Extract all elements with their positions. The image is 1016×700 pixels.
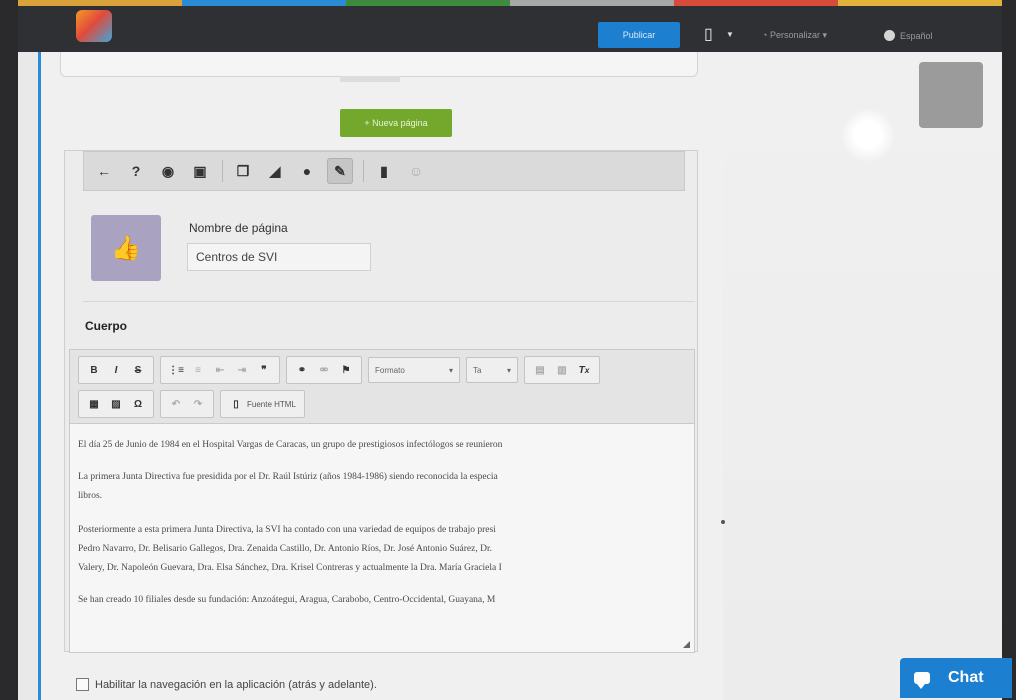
page-name-input[interactable]	[187, 243, 371, 271]
link-icon[interactable]: ⚭	[291, 360, 313, 380]
section-divider	[83, 301, 695, 302]
chevron-down-icon: ▾	[506, 365, 511, 375]
format-label: Formato	[375, 365, 405, 375]
image-icon[interactable]: ▨	[105, 394, 127, 414]
numbered-list-icon[interactable]: ⋮≡	[165, 360, 187, 380]
clipboard-group: ▤ ▥ Tx	[524, 356, 600, 384]
toolbar-divider	[222, 160, 223, 182]
chat-label: Chat	[948, 669, 984, 686]
help-icon[interactable]: ?	[124, 159, 148, 183]
source-html-button[interactable]: ▯ Fuente HTML	[220, 390, 305, 418]
tablet-icon[interactable]: ▯	[704, 24, 713, 44]
bold-button[interactable]: B	[83, 360, 105, 380]
rich-text-editor: B I S ⋮≡ ≡ ⇤ ⇥ ❞ ⚭ ⚮ ⚑ Formato ▾ Ta ▾ ▤ …	[65, 349, 697, 653]
comments-icon[interactable]: ●	[295, 159, 319, 183]
font-size-dropdown[interactable]: Ta ▾	[466, 357, 518, 383]
paste-word-icon[interactable]: ▥	[551, 360, 573, 380]
editor-toolbar-row-2: ▦ ▨ Ω ↶ ↷ ▯ Fuente HTML	[78, 390, 311, 418]
outdent-icon[interactable]: ⇤	[209, 360, 231, 380]
table-icon[interactable]: ▦	[83, 394, 105, 414]
toolbar-divider	[363, 160, 364, 182]
text-style-group: B I S	[78, 356, 154, 384]
pages-icon[interactable]: ❐	[231, 159, 255, 183]
special-char-icon[interactable]: Ω	[127, 394, 149, 414]
globe-icon	[884, 30, 895, 41]
insert-group: ▦ ▨ Ω	[78, 390, 154, 418]
emoji-icon[interactable]: ☺	[404, 159, 428, 183]
editor-content-area[interactable]: El día 25 de Junio de 1984 en el Hospita…	[69, 423, 695, 653]
body-label: Cuerpo	[85, 319, 127, 333]
page-name-label: Nombre de página	[189, 221, 288, 235]
size-label: Ta	[473, 365, 482, 375]
publish-button[interactable]: Publicar	[598, 22, 680, 48]
paste-text-icon[interactable]: ▤	[529, 360, 551, 380]
lock-icon[interactable]: ▣	[188, 159, 212, 183]
personalize-label: Personalizar	[769, 30, 820, 40]
navigation-checkbox[interactable]	[76, 678, 89, 691]
chevron-down-icon: ▾	[448, 365, 453, 375]
paragraph: El día 25 de Junio de 1984 en el Hospita…	[78, 440, 503, 450]
personalize-menu[interactable]: ◔ Personalizar ▾	[762, 30, 827, 41]
page-thumbs-up-icon[interactable]: 👍	[91, 215, 161, 281]
editor-toolbar: B I S ⋮≡ ≡ ⇤ ⇥ ❞ ⚭ ⚮ ⚑ Formato ▾ Ta ▾ ▤ …	[69, 349, 695, 424]
preview-eye-icon[interactable]: ◉	[156, 159, 180, 183]
page-card: ← ? ◉ ▣ ❐ ◢ ● ✎ ▮ ☺ 👍 Nombre de página C…	[64, 150, 698, 653]
format-dropdown[interactable]: Formato ▾	[368, 357, 460, 383]
right-bezel	[1002, 0, 1016, 700]
navigation-checkbox-label: Habilitar la navegación en la aplicación…	[95, 678, 377, 691]
stats-icon[interactable]: ◢	[263, 159, 287, 183]
back-arrow-icon[interactable]: ←	[92, 159, 116, 183]
anchor-flag-icon[interactable]: ⚑	[335, 360, 357, 380]
edit-icon[interactable]: ✎	[327, 158, 353, 184]
paragraph: libros.	[78, 491, 103, 501]
device-caret-icon[interactable]: ▼	[726, 30, 734, 39]
panel-splitter-handle[interactable]	[721, 520, 725, 524]
list-group: ⋮≡ ≡ ⇤ ⇥ ❞	[160, 356, 280, 384]
source-doc-icon: ▯	[233, 398, 239, 410]
remove-format-icon[interactable]: Tx	[573, 360, 595, 380]
resize-handle[interactable]	[683, 641, 690, 648]
redo-icon[interactable]: ↷	[187, 394, 209, 414]
app-screen: Publicar ▯ ▼ ◔ Personalizar ▾ Español + …	[0, 0, 1016, 700]
bullet-list-icon[interactable]: ≡	[187, 360, 209, 380]
history-group: ↶ ↷	[160, 390, 214, 418]
undo-icon[interactable]: ↶	[165, 394, 187, 414]
previous-page-card	[60, 52, 698, 77]
app-logo[interactable]	[76, 10, 112, 42]
italic-button[interactable]: I	[105, 360, 127, 380]
paragraph: La primera Junta Directiva fue presidida…	[78, 472, 498, 482]
link-group: ⚭ ⚮ ⚑	[286, 356, 362, 384]
unlink-icon[interactable]: ⚮	[313, 360, 335, 380]
language-label: Español	[900, 31, 933, 41]
editor-toolbar-row-1: B I S ⋮≡ ≡ ⇤ ⇥ ❞ ⚭ ⚮ ⚑ Formato ▾ Ta ▾ ▤ …	[78, 356, 606, 384]
page-toolbar: ← ? ◉ ▣ ❐ ◢ ● ✎ ▮ ☺	[83, 151, 685, 191]
blockquote-icon[interactable]: ❞	[253, 360, 275, 380]
paragraph: Posteriormente a esta primera Junta Dire…	[78, 525, 496, 535]
new-page-button[interactable]: + Nueva página	[340, 109, 452, 137]
navigation-option: Habilitar la navegación en la aplicación…	[76, 678, 377, 691]
source-html-label: Fuente HTML	[247, 399, 296, 409]
screen-glare	[841, 108, 895, 162]
preview-panel	[723, 52, 1002, 700]
top-bar: Publicar ▯ ▼ ◔ Personalizar ▾ Español	[18, 0, 1002, 52]
previous-card-tab	[340, 76, 400, 82]
paragraph: Pedro Navarro, Dr. Belisario Gallegos, D…	[78, 544, 492, 554]
indent-icon[interactable]: ⇥	[231, 360, 253, 380]
preview-thumbnail[interactable]	[919, 62, 983, 128]
language-menu[interactable]: Español	[884, 30, 933, 41]
chat-button[interactable]: Chat	[900, 658, 1012, 698]
strike-button[interactable]: S	[127, 360, 149, 380]
paragraph: Se han creado 10 filiales desde su funda…	[78, 595, 496, 605]
delete-icon[interactable]: ▮	[372, 159, 396, 183]
paragraph: Valery, Dr. Napoleón Guevara, Dra. Elsa …	[78, 563, 502, 573]
palette-icon: ◔	[762, 30, 770, 40]
chat-bubble-icon	[914, 672, 930, 689]
color-stripe	[18, 0, 1002, 6]
left-bezel	[0, 0, 18, 700]
